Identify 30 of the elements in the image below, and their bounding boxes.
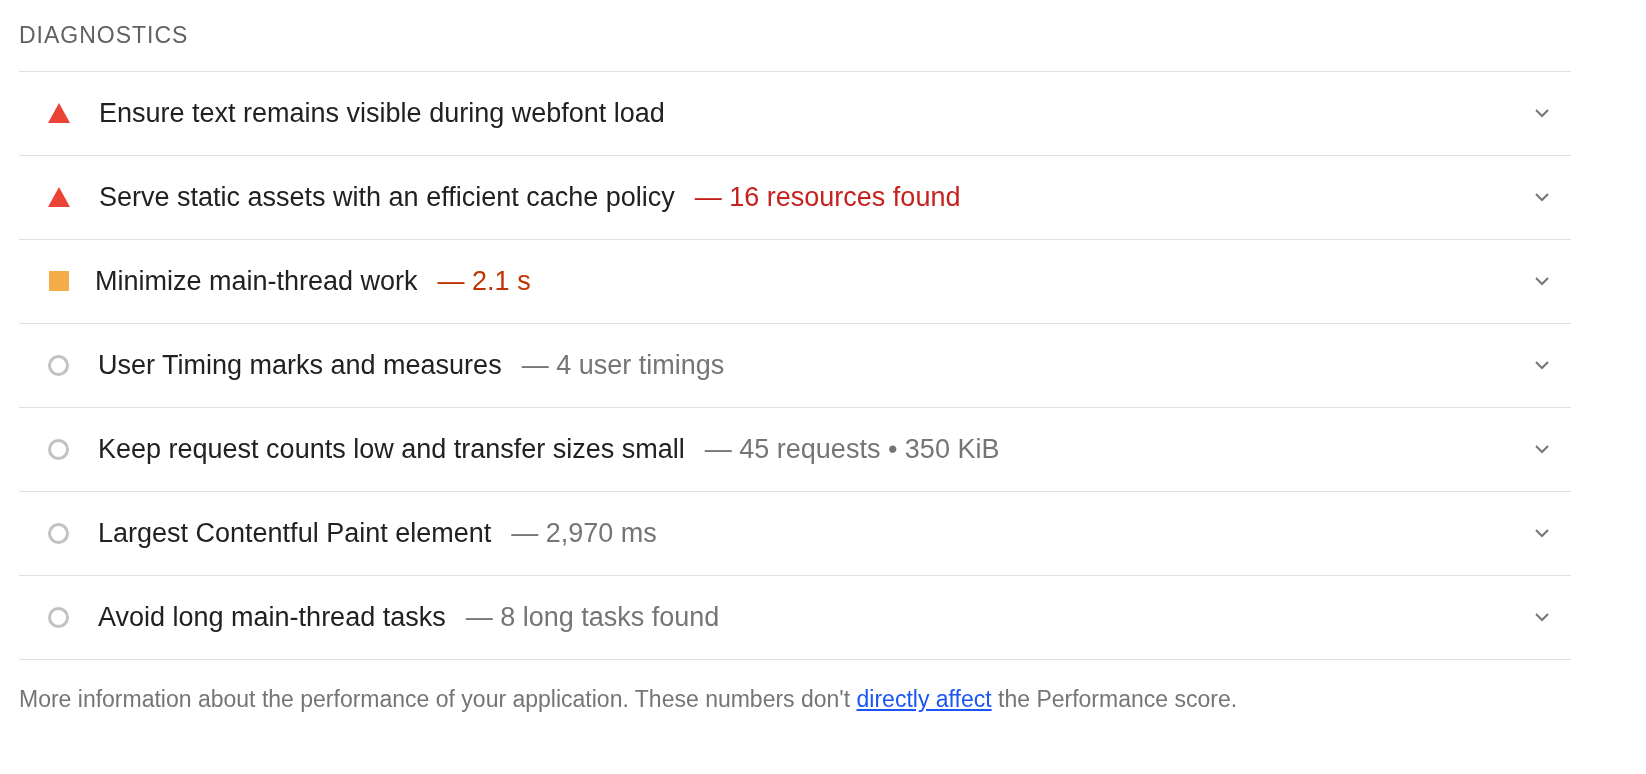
audit-detail: — 45 requests • 350 KiB	[704, 432, 1000, 466]
audit-row[interactable]: Largest Contentful Paint element — 2,970 ms	[19, 491, 1571, 576]
audit-detail: — 2.1 s	[437, 264, 531, 298]
chevron-down-icon[interactable]	[1533, 527, 1551, 539]
chevron-down-icon[interactable]	[1533, 443, 1551, 455]
audit-title: Serve static assets with an efficient cache policy	[99, 180, 675, 214]
audit-row[interactable]: User Timing marks and measures — 4 user timings	[19, 323, 1571, 408]
footer-text: More information about the performance of your application. These numbers don't directly affect the Performance score.	[19, 684, 1239, 714]
audit-row[interactable]: Keep request counts low and transfer sizes small — 45 requests • 350 KiB	[19, 407, 1571, 492]
audit-detail: — 8 long tasks found	[465, 600, 720, 634]
audit-title: Minimize main-thread work	[95, 264, 418, 298]
chevron-down-icon[interactable]	[1533, 611, 1551, 623]
audit-row[interactable]: Ensure text remains visible during webfont load	[19, 71, 1571, 156]
audit-detail: — 2,970 ms	[511, 516, 657, 550]
audit-title: User Timing marks and measures	[98, 348, 502, 382]
chevron-down-icon[interactable]	[1533, 191, 1551, 203]
audit-row[interactable]: Avoid long main-thread tasks — 8 long tasks found	[19, 575, 1571, 660]
audit-title: Avoid long main-thread tasks	[98, 600, 446, 634]
chevron-down-icon[interactable]	[1533, 275, 1551, 287]
audit-title: Largest Contentful Paint element	[98, 516, 492, 550]
chevron-down-icon[interactable]	[1533, 107, 1551, 119]
audit-title: Keep request counts low and transfer sizes small	[98, 432, 685, 466]
directly-affect-link[interactable]: directly affect	[856, 685, 992, 712]
audit-row[interactable]: Minimize main-thread work — 2.1 s	[19, 239, 1571, 324]
audit-title: Ensure text remains visible during webfont load	[99, 96, 665, 130]
section-title: DIAGNOSTICS	[19, 21, 189, 50]
chevron-down-icon[interactable]	[1533, 359, 1551, 371]
audit-detail: — 16 resources found	[694, 180, 961, 214]
audit-row[interactable]: Serve static assets with an efficient cache policy — 16 resources found	[19, 155, 1571, 240]
audit-detail: — 4 user timings	[521, 348, 725, 382]
